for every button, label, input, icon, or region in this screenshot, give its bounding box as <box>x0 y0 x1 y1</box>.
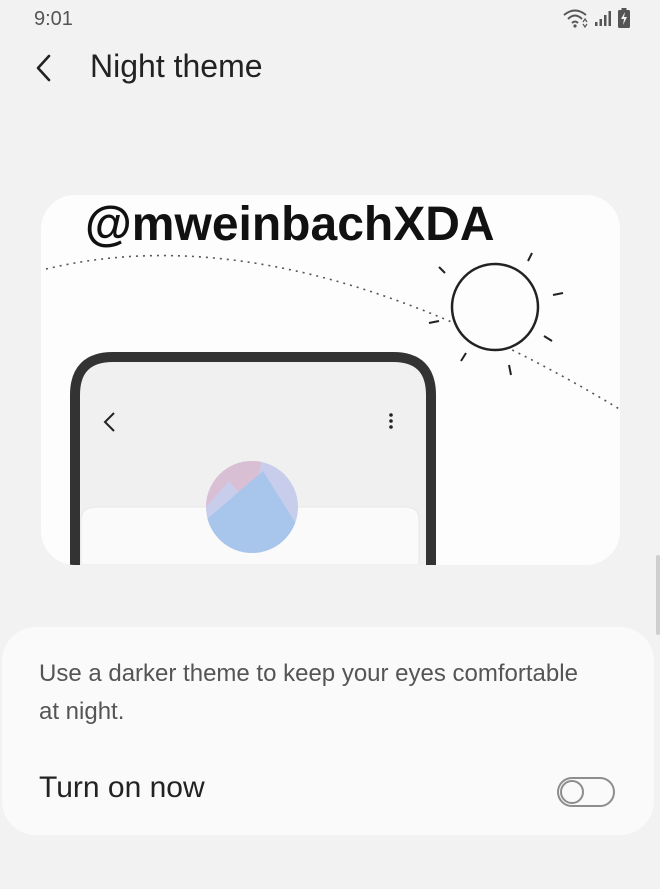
back-button[interactable] <box>22 46 66 90</box>
back-arrow-icon <box>36 54 51 82</box>
toggle-knob <box>560 780 584 804</box>
night-theme-illustration: @mweinbachXDA <box>41 195 620 565</box>
status-time: 9:01 <box>34 8 73 30</box>
sun-icon <box>428 252 564 376</box>
turn-on-now-row[interactable]: Turn on now <box>2 755 654 825</box>
signal-icon <box>594 9 612 27</box>
watermark-text: @mweinbachXDA <box>85 198 495 251</box>
settings-card: Use a darker theme to keep your eyes com… <box>2 627 654 835</box>
turn-on-now-label: Turn on now <box>39 771 205 804</box>
page-title: Night theme <box>90 48 263 84</box>
more-options-icon <box>389 413 393 429</box>
phone-mockup <box>70 352 436 565</box>
night-theme-description: Use a darker theme to keep your eyes com… <box>39 660 578 725</box>
wifi-icon <box>562 8 588 28</box>
night-theme-toggle[interactable] <box>557 777 615 807</box>
status-icons <box>562 8 630 28</box>
battery-charging-icon <box>618 8 630 28</box>
status-bar: 9:01 <box>0 0 660 40</box>
scrollbar[interactable] <box>656 555 660 635</box>
app-header: Night theme <box>0 40 660 96</box>
